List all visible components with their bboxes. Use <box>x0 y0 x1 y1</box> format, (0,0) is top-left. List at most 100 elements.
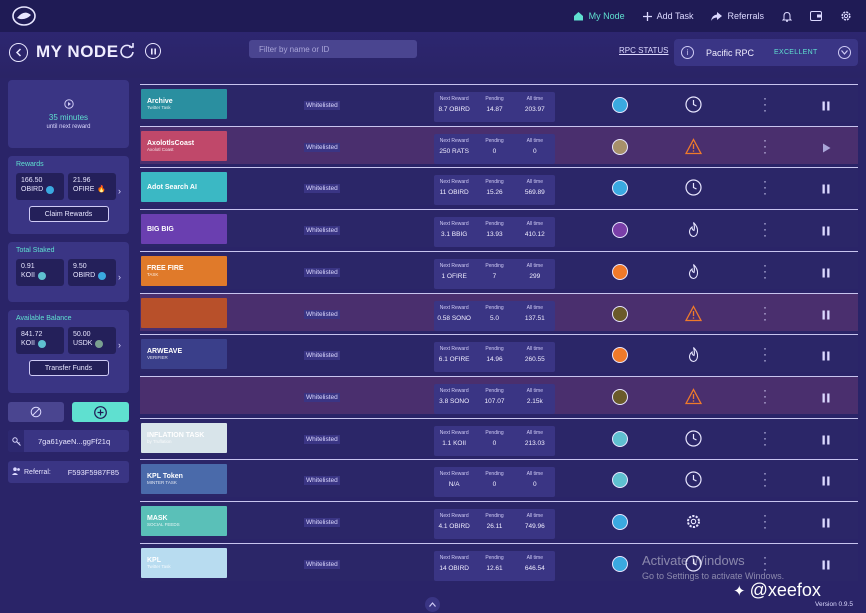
warning-icon[interactable] <box>684 304 703 322</box>
whitelisted-badge: Whitelisted <box>304 309 340 319</box>
more-options-icon[interactable]: · · · <box>762 175 768 199</box>
more-options-icon[interactable]: · · · <box>762 134 768 158</box>
referral-row[interactable]: Referral: F593F5987F85 <box>8 461 129 483</box>
wallet-key-row[interactable]: 7ga61yaeN...ggFf21q <box>8 430 129 452</box>
task-row[interactable]: KPL Token MINTER TASK Whitelisted Next R… <box>140 459 858 498</box>
chevron-right-icon[interactable]: › <box>118 186 121 196</box>
all-time-label: All time <box>526 304 544 311</box>
eye-off-icon <box>30 406 42 418</box>
task-banner: FREE FIRE TASK <box>141 255 227 286</box>
plus-icon <box>642 11 652 21</box>
rpc-selector[interactable]: i Pacific RPC EXCELLENT <box>674 39 858 66</box>
task-stats: Next Reward 4.1 OBIRD Pending 26.11 All ti… <box>434 509 555 539</box>
clock-icon[interactable] <box>685 429 702 447</box>
task-row[interactable]: Whitelisted Next Reward 3.8 SONO Pending 1… <box>140 375 858 414</box>
warning-icon[interactable] <box>684 137 703 155</box>
nav-add-task-label: Add Task <box>656 11 694 21</box>
info-icon[interactable]: i <box>681 46 694 59</box>
more-options-icon[interactable]: · · · <box>762 384 768 408</box>
task-name: Archive <box>147 98 173 105</box>
task-row[interactable]: FREE FIRE TASK Whitelisted Next Reward 1 … <box>140 250 858 289</box>
more-options-icon[interactable]: · · · <box>762 509 768 533</box>
wallet-button[interactable] <box>810 11 822 21</box>
chevron-right-icon[interactable]: › <box>118 340 121 350</box>
pause-icon[interactable] <box>820 474 832 486</box>
balance-usdk-amount: 50.00 <box>73 331 91 338</box>
pending-label: Pending <box>485 387 504 394</box>
rpc-status-link[interactable]: RPC STATUS <box>619 46 668 55</box>
all-time-label: All time <box>526 346 544 353</box>
refresh-button[interactable] <box>118 42 136 60</box>
task-subtitle: by Truflation <box>147 438 172 444</box>
pause-icon[interactable] <box>820 99 832 111</box>
nav-add-task[interactable]: Add Task <box>642 11 694 21</box>
clock-icon[interactable] <box>685 96 702 113</box>
clock-icon[interactable] <box>685 179 702 196</box>
archive-tasks-button[interactable] <box>8 402 64 422</box>
pause-icon[interactable] <box>820 182 832 194</box>
pause-icon[interactable] <box>820 349 832 361</box>
all-time-value: 260.55 <box>524 356 545 364</box>
koii-logo-icon[interactable] <box>10 4 38 28</box>
task-row[interactable]: MASK SOCIAL FEEDS Whitelisted Next Rewar… <box>140 501 858 539</box>
task-row[interactable]: BIG BIG Whitelisted Next Reward 3.1 BBIG … <box>140 209 858 248</box>
all-time-label: All time <box>526 179 544 186</box>
notifications-button[interactable] <box>782 11 792 22</box>
collapse-button[interactable] <box>425 597 440 612</box>
more-options-icon[interactable]: · · · <box>762 301 768 325</box>
next-reward-value: 8.7 OBIRD <box>438 106 470 113</box>
nav-referrals[interactable]: Referrals <box>711 11 764 21</box>
task-row[interactable]: Adot Search AI Whitelisted Next Reward 11… <box>140 167 858 206</box>
task-subtitle: SOCIAL FEEDS <box>147 522 180 527</box>
all-time-label: All time <box>526 471 544 478</box>
flame-icon[interactable] <box>685 346 702 363</box>
warning-icon[interactable] <box>684 388 703 405</box>
more-options-icon[interactable]: · · · <box>762 92 768 116</box>
more-options-icon[interactable]: · · · <box>762 467 768 491</box>
all-time-label: All time <box>526 387 544 394</box>
pause-icon[interactable] <box>820 224 832 236</box>
more-options-icon[interactable]: · · · <box>762 259 768 283</box>
gear-icon[interactable] <box>685 513 702 530</box>
chevron-right-icon[interactable]: › <box>118 272 121 282</box>
pause-icon[interactable] <box>820 516 832 528</box>
top-nav: My Node Add Task Referrals <box>573 10 852 22</box>
pause-all-button[interactable] <box>145 43 161 59</box>
back-button[interactable] <box>9 43 28 62</box>
pending-label: Pending <box>485 429 504 436</box>
task-row[interactable]: Archive Twitter Task Whitelisted Next Re… <box>140 84 858 122</box>
add-task-button[interactable] <box>72 402 129 422</box>
token-icon <box>612 472 628 489</box>
watermark: ✦ @xeefox <box>733 580 821 601</box>
more-options-icon[interactable]: · · · <box>762 342 768 366</box>
pause-icon[interactable] <box>820 433 832 445</box>
task-row[interactable]: ARWEAVE VERIFIER Whitelisted Next Reward… <box>140 334 858 373</box>
whitelisted-badge: Whitelisted <box>304 101 340 110</box>
flame-icon[interactable] <box>685 263 702 280</box>
pause-icon[interactable] <box>820 391 832 403</box>
clock-icon[interactable] <box>685 471 702 488</box>
search-input[interactable] <box>249 40 417 58</box>
more-options-icon[interactable]: · · · <box>762 551 768 575</box>
pause-icon[interactable] <box>820 558 832 570</box>
all-time-label: All time <box>526 262 544 269</box>
task-row[interactable]: INFLATION TASK by Truflation Whitelisted… <box>140 417 858 456</box>
task-row[interactable]: Whitelisted Next Reward 0.58 SONO Pending… <box>140 292 858 331</box>
available-balance-card: Available Balance 841.72 KOII 50.00 USDK… <box>8 310 129 393</box>
nav-my-node[interactable]: My Node <box>573 11 625 21</box>
chevron-down-icon[interactable] <box>838 46 851 59</box>
more-options-icon[interactable]: · · · <box>762 426 768 450</box>
task-row[interactable]: AxolotlsCoast Axolotl Coast Whitelisted … <box>140 125 858 164</box>
pause-icon[interactable] <box>820 308 832 320</box>
settings-button[interactable] <box>840 10 852 22</box>
play-icon[interactable] <box>820 141 832 153</box>
task-name: KPL Token <box>147 473 183 481</box>
pause-icon[interactable] <box>820 266 832 278</box>
wallet-key: 7ga61yaeN...ggFf21q <box>38 436 111 446</box>
task-stats: Next Reward 0.58 SONO Pending 5.0 All time… <box>434 300 555 331</box>
task-name: FREE FIRE <box>147 264 184 272</box>
flame-icon[interactable] <box>685 221 702 238</box>
transfer-funds-button[interactable]: Transfer Funds <box>28 360 109 376</box>
more-options-icon[interactable]: · · · <box>762 217 768 241</box>
claim-rewards-button[interactable]: Claim Rewards <box>28 206 109 222</box>
